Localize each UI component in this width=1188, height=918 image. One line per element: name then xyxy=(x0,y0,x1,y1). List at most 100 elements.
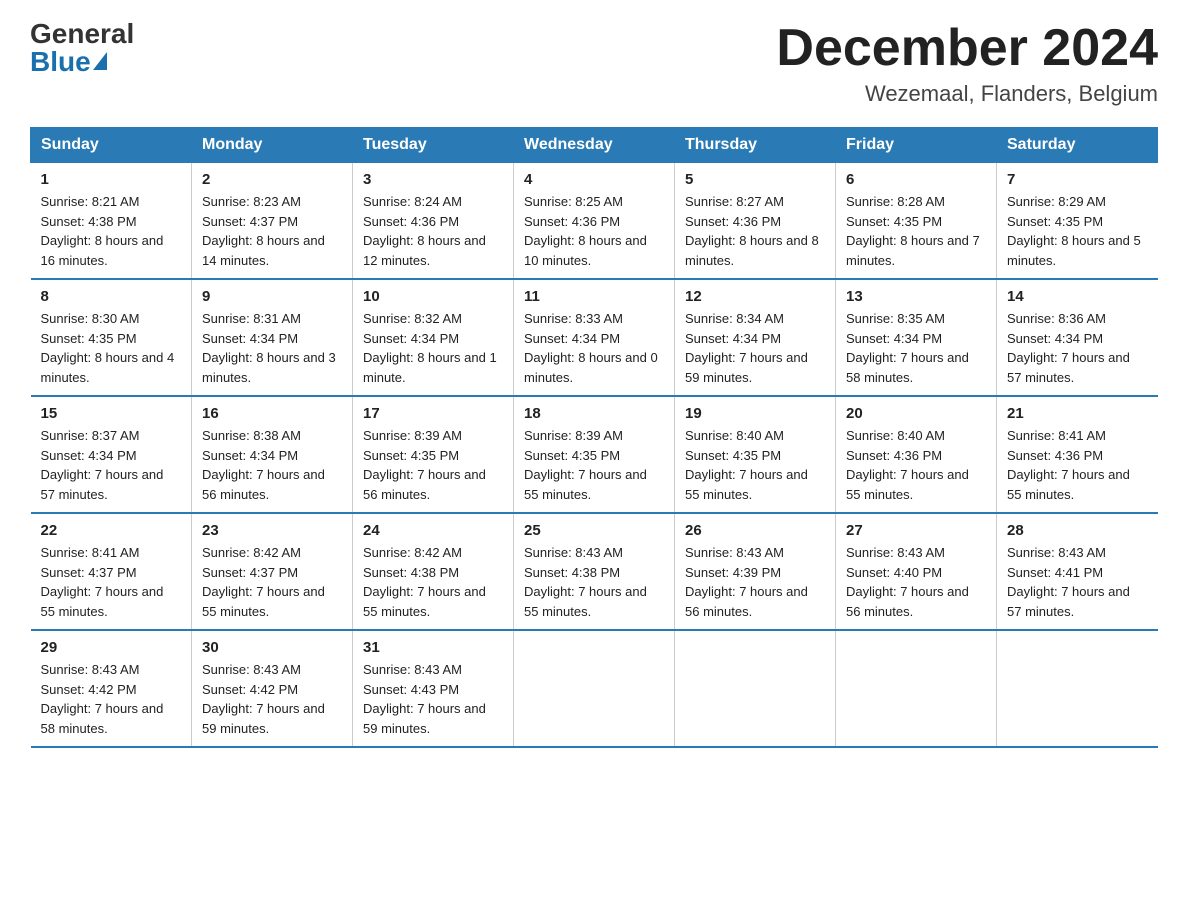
day-info: Sunrise: 8:39 AM Sunset: 4:35 PM Dayligh… xyxy=(363,426,503,504)
day-info: Sunrise: 8:36 AM Sunset: 4:34 PM Dayligh… xyxy=(1007,309,1148,387)
table-row: 16 Sunrise: 8:38 AM Sunset: 4:34 PM Dayl… xyxy=(192,396,353,513)
day-number: 26 xyxy=(685,522,825,539)
table-row: 5 Sunrise: 8:27 AM Sunset: 4:36 PM Dayli… xyxy=(675,163,836,280)
calendar-header-row: Sunday Monday Tuesday Wednesday Thursday… xyxy=(31,128,1158,163)
day-info: Sunrise: 8:27 AM Sunset: 4:36 PM Dayligh… xyxy=(685,192,825,270)
day-info: Sunrise: 8:41 AM Sunset: 4:36 PM Dayligh… xyxy=(1007,426,1148,504)
day-number: 15 xyxy=(41,405,182,422)
day-info: Sunrise: 8:31 AM Sunset: 4:34 PM Dayligh… xyxy=(202,309,342,387)
header-saturday: Saturday xyxy=(997,128,1158,163)
day-number: 17 xyxy=(363,405,503,422)
day-info: Sunrise: 8:29 AM Sunset: 4:35 PM Dayligh… xyxy=(1007,192,1148,270)
table-row: 10 Sunrise: 8:32 AM Sunset: 4:34 PM Dayl… xyxy=(353,279,514,396)
day-info: Sunrise: 8:33 AM Sunset: 4:34 PM Dayligh… xyxy=(524,309,664,387)
day-number: 19 xyxy=(685,405,825,422)
table-row: 28 Sunrise: 8:43 AM Sunset: 4:41 PM Dayl… xyxy=(997,513,1158,630)
table-row: 7 Sunrise: 8:29 AM Sunset: 4:35 PM Dayli… xyxy=(997,163,1158,280)
day-info: Sunrise: 8:30 AM Sunset: 4:35 PM Dayligh… xyxy=(41,309,182,387)
day-number: 30 xyxy=(202,639,342,656)
table-row: 22 Sunrise: 8:41 AM Sunset: 4:37 PM Dayl… xyxy=(31,513,192,630)
day-info: Sunrise: 8:39 AM Sunset: 4:35 PM Dayligh… xyxy=(524,426,664,504)
title-block: December 2024 Wezemaal, Flanders, Belgiu… xyxy=(776,20,1158,107)
calendar-week-2: 8 Sunrise: 8:30 AM Sunset: 4:35 PM Dayli… xyxy=(31,279,1158,396)
header-sunday: Sunday xyxy=(31,128,192,163)
day-info: Sunrise: 8:43 AM Sunset: 4:42 PM Dayligh… xyxy=(202,660,342,738)
table-row: 21 Sunrise: 8:41 AM Sunset: 4:36 PM Dayl… xyxy=(997,396,1158,513)
table-row: 13 Sunrise: 8:35 AM Sunset: 4:34 PM Dayl… xyxy=(836,279,997,396)
table-row xyxy=(836,630,997,747)
day-info: Sunrise: 8:43 AM Sunset: 4:42 PM Dayligh… xyxy=(41,660,182,738)
day-number: 20 xyxy=(846,405,986,422)
day-number: 23 xyxy=(202,522,342,539)
day-info: Sunrise: 8:42 AM Sunset: 4:38 PM Dayligh… xyxy=(363,543,503,621)
logo-triangle-icon xyxy=(93,52,107,70)
day-info: Sunrise: 8:40 AM Sunset: 4:36 PM Dayligh… xyxy=(846,426,986,504)
day-number: 6 xyxy=(846,171,986,188)
day-info: Sunrise: 8:32 AM Sunset: 4:34 PM Dayligh… xyxy=(363,309,503,387)
table-row: 2 Sunrise: 8:23 AM Sunset: 4:37 PM Dayli… xyxy=(192,163,353,280)
logo-general-text: General xyxy=(30,20,134,48)
table-row: 3 Sunrise: 8:24 AM Sunset: 4:36 PM Dayli… xyxy=(353,163,514,280)
day-number: 11 xyxy=(524,288,664,305)
table-row: 8 Sunrise: 8:30 AM Sunset: 4:35 PM Dayli… xyxy=(31,279,192,396)
table-row: 29 Sunrise: 8:43 AM Sunset: 4:42 PM Dayl… xyxy=(31,630,192,747)
table-row: 12 Sunrise: 8:34 AM Sunset: 4:34 PM Dayl… xyxy=(675,279,836,396)
day-info: Sunrise: 8:23 AM Sunset: 4:37 PM Dayligh… xyxy=(202,192,342,270)
day-number: 13 xyxy=(846,288,986,305)
day-number: 31 xyxy=(363,639,503,656)
day-number: 4 xyxy=(524,171,664,188)
logo-blue-text: Blue xyxy=(30,48,107,76)
day-info: Sunrise: 8:38 AM Sunset: 4:34 PM Dayligh… xyxy=(202,426,342,504)
table-row: 9 Sunrise: 8:31 AM Sunset: 4:34 PM Dayli… xyxy=(192,279,353,396)
table-row: 25 Sunrise: 8:43 AM Sunset: 4:38 PM Dayl… xyxy=(514,513,675,630)
day-number: 5 xyxy=(685,171,825,188)
day-info: Sunrise: 8:42 AM Sunset: 4:37 PM Dayligh… xyxy=(202,543,342,621)
day-info: Sunrise: 8:41 AM Sunset: 4:37 PM Dayligh… xyxy=(41,543,182,621)
day-info: Sunrise: 8:35 AM Sunset: 4:34 PM Dayligh… xyxy=(846,309,986,387)
day-info: Sunrise: 8:21 AM Sunset: 4:38 PM Dayligh… xyxy=(41,192,182,270)
day-info: Sunrise: 8:43 AM Sunset: 4:39 PM Dayligh… xyxy=(685,543,825,621)
day-number: 18 xyxy=(524,405,664,422)
day-number: 29 xyxy=(41,639,182,656)
day-info: Sunrise: 8:43 AM Sunset: 4:38 PM Dayligh… xyxy=(524,543,664,621)
page-header: General Blue December 2024 Wezemaal, Fla… xyxy=(30,20,1158,107)
logo: General Blue xyxy=(30,20,134,76)
day-number: 2 xyxy=(202,171,342,188)
table-row: 17 Sunrise: 8:39 AM Sunset: 4:35 PM Dayl… xyxy=(353,396,514,513)
day-info: Sunrise: 8:37 AM Sunset: 4:34 PM Dayligh… xyxy=(41,426,182,504)
day-info: Sunrise: 8:34 AM Sunset: 4:34 PM Dayligh… xyxy=(685,309,825,387)
table-row: 1 Sunrise: 8:21 AM Sunset: 4:38 PM Dayli… xyxy=(31,163,192,280)
table-row: 27 Sunrise: 8:43 AM Sunset: 4:40 PM Dayl… xyxy=(836,513,997,630)
day-number: 16 xyxy=(202,405,342,422)
table-row xyxy=(675,630,836,747)
table-row: 23 Sunrise: 8:42 AM Sunset: 4:37 PM Dayl… xyxy=(192,513,353,630)
day-number: 9 xyxy=(202,288,342,305)
day-number: 24 xyxy=(363,522,503,539)
day-info: Sunrise: 8:28 AM Sunset: 4:35 PM Dayligh… xyxy=(846,192,986,270)
day-number: 27 xyxy=(846,522,986,539)
calendar-week-3: 15 Sunrise: 8:37 AM Sunset: 4:34 PM Dayl… xyxy=(31,396,1158,513)
day-number: 1 xyxy=(41,171,182,188)
header-friday: Friday xyxy=(836,128,997,163)
location-text: Wezemaal, Flanders, Belgium xyxy=(776,81,1158,107)
day-number: 10 xyxy=(363,288,503,305)
day-number: 12 xyxy=(685,288,825,305)
calendar-table: Sunday Monday Tuesday Wednesday Thursday… xyxy=(30,127,1158,748)
table-row: 24 Sunrise: 8:42 AM Sunset: 4:38 PM Dayl… xyxy=(353,513,514,630)
table-row: 19 Sunrise: 8:40 AM Sunset: 4:35 PM Dayl… xyxy=(675,396,836,513)
table-row: 18 Sunrise: 8:39 AM Sunset: 4:35 PM Dayl… xyxy=(514,396,675,513)
table-row xyxy=(997,630,1158,747)
header-thursday: Thursday xyxy=(675,128,836,163)
day-info: Sunrise: 8:43 AM Sunset: 4:41 PM Dayligh… xyxy=(1007,543,1148,621)
day-number: 21 xyxy=(1007,405,1148,422)
header-monday: Monday xyxy=(192,128,353,163)
table-row: 26 Sunrise: 8:43 AM Sunset: 4:39 PM Dayl… xyxy=(675,513,836,630)
day-number: 25 xyxy=(524,522,664,539)
day-number: 14 xyxy=(1007,288,1148,305)
table-row: 14 Sunrise: 8:36 AM Sunset: 4:34 PM Dayl… xyxy=(997,279,1158,396)
day-number: 28 xyxy=(1007,522,1148,539)
day-info: Sunrise: 8:40 AM Sunset: 4:35 PM Dayligh… xyxy=(685,426,825,504)
table-row: 31 Sunrise: 8:43 AM Sunset: 4:43 PM Dayl… xyxy=(353,630,514,747)
table-row: 15 Sunrise: 8:37 AM Sunset: 4:34 PM Dayl… xyxy=(31,396,192,513)
header-tuesday: Tuesday xyxy=(353,128,514,163)
